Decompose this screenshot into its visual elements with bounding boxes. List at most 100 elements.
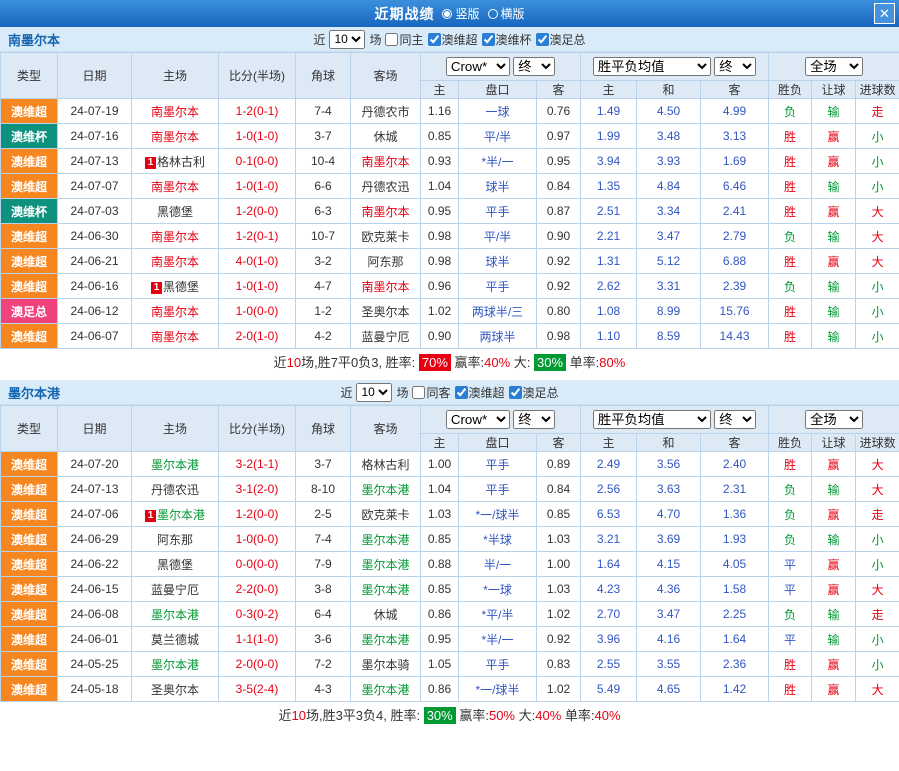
col-type: 类型 xyxy=(1,53,58,99)
matches-table: 类型 日期 主场 比分(半场) 角球 客场 Crow* 终 胜平负均值 终 全场 xyxy=(0,405,899,702)
europe-away-mean: 2.40 xyxy=(701,452,769,477)
europe-away-mean: 14.43 xyxy=(701,324,769,349)
asia-home-odds: 0.95 xyxy=(421,199,459,224)
same-venue-filter[interactable]: 同主 xyxy=(385,31,423,48)
match-count-select[interactable]: 10 xyxy=(329,30,365,49)
europe-time-select[interactable]: 终 xyxy=(714,410,756,429)
europe-home-mean: 1.99 xyxy=(581,124,637,149)
away-team-cell: 墨尔本港 xyxy=(351,527,421,552)
league-type-badge: 澳维超 xyxy=(1,324,58,349)
asia-handicap: *一/球半 xyxy=(459,502,537,527)
team-label: 南墨尔本 xyxy=(151,105,199,119)
away-team-cell: 南墨尔本 xyxy=(351,199,421,224)
scope-select[interactable]: 全场 xyxy=(805,410,863,429)
europe-home-mean: 2.55 xyxy=(581,652,637,677)
team-label: 墨尔本港 xyxy=(151,458,199,472)
asia-home-odds: 1.04 xyxy=(421,174,459,199)
same-venue-filter[interactable]: 同客 xyxy=(412,384,450,401)
team-label: 阿东那 xyxy=(157,533,193,547)
summary-part: 80% xyxy=(599,355,625,370)
asia-away-odds: 1.02 xyxy=(537,677,581,702)
league-checkbox[interactable] xyxy=(428,33,441,46)
europe-draw-mean: 8.59 xyxy=(637,324,701,349)
asia-handicap: 平/半 xyxy=(459,224,537,249)
layout-radio-vertical[interactable]: 竖版 xyxy=(442,5,479,22)
summary-part: 10 xyxy=(291,708,305,723)
match-count-select[interactable]: 10 xyxy=(356,383,392,402)
result-wdl: 胜 xyxy=(769,677,812,702)
scope-header: 全场 xyxy=(769,406,899,434)
europe-mean-select[interactable]: 胜平负均值 xyxy=(593,57,711,76)
summary-part: 30% xyxy=(424,707,456,724)
europe-home-mean: 3.96 xyxy=(581,627,637,652)
subcol-let: 让球 xyxy=(812,81,856,99)
europe-away-mean: 2.79 xyxy=(701,224,769,249)
result-handicap: 赢 xyxy=(812,249,856,274)
same-venue-label: 同客 xyxy=(426,384,450,401)
odds-time-select[interactable]: 终 xyxy=(513,57,555,76)
league-checkbox[interactable] xyxy=(482,33,495,46)
europe-draw-mean: 3.48 xyxy=(637,124,701,149)
result-wdl: 胜 xyxy=(769,124,812,149)
league-type-badge: 澳维超 xyxy=(1,577,58,602)
asia-home-odds: 0.85 xyxy=(421,577,459,602)
league-filter[interactable]: 澳足总 xyxy=(509,384,559,401)
section-header: 墨尔本港 近 10 场 同客 澳维超澳足总 xyxy=(0,380,899,405)
summary-part: 50% xyxy=(489,708,515,723)
league-type-badge: 澳维超 xyxy=(1,677,58,702)
corner-score: 2-5 xyxy=(296,502,351,527)
close-button[interactable]: ✕ xyxy=(874,3,895,24)
europe-draw-mean: 4.70 xyxy=(637,502,701,527)
corner-score: 10-4 xyxy=(296,149,351,174)
layout-horizontal-label: 横版 xyxy=(501,5,525,22)
asia-away-odds: 0.92 xyxy=(537,274,581,299)
same-venue-checkbox[interactable] xyxy=(412,386,425,399)
league-filter[interactable]: 澳维超 xyxy=(428,31,478,48)
europe-home-mean: 6.53 xyxy=(581,502,637,527)
asia-away-odds: 0.84 xyxy=(537,477,581,502)
away-team-cell: 丹德农迅 xyxy=(351,174,421,199)
europe-time-select[interactable]: 终 xyxy=(714,57,756,76)
layout-radio-horizontal[interactable]: 横版 xyxy=(488,5,525,22)
europe-home-mean: 2.70 xyxy=(581,602,637,627)
team-label: 南墨尔本 xyxy=(151,255,199,269)
league-checkbox[interactable] xyxy=(536,33,549,46)
result-wdl: 负 xyxy=(769,527,812,552)
odds-company-select[interactable]: Crow* xyxy=(446,57,510,76)
europe-away-mean: 1.42 xyxy=(701,677,769,702)
result-handicap: 输 xyxy=(812,224,856,249)
radio-unselected-icon xyxy=(488,9,498,19)
match-row: 澳维超24-06-30南墨尔本1-2(0-1)10-7欧克莱卡0.98平/半0.… xyxy=(1,224,899,249)
result-wdl: 负 xyxy=(769,602,812,627)
scope-select[interactable]: 全场 xyxy=(805,57,863,76)
result-wdl: 平 xyxy=(769,627,812,652)
same-venue-checkbox[interactable] xyxy=(385,33,398,46)
europe-draw-mean: 4.50 xyxy=(637,99,701,124)
team-label: 莫兰德城 xyxy=(151,633,199,647)
team-label: 南墨尔本 xyxy=(361,280,409,294)
team-label: 南墨尔本 xyxy=(151,180,199,194)
summary-part: 大: xyxy=(510,355,534,370)
score: 3-2(1-1) xyxy=(219,452,296,477)
league-filter[interactable]: 澳维杯 xyxy=(482,31,532,48)
odds-time-select[interactable]: 终 xyxy=(513,410,555,429)
europe-away-mean: 2.25 xyxy=(701,602,769,627)
result-wdl: 胜 xyxy=(769,199,812,224)
league-checkbox[interactable] xyxy=(509,386,522,399)
europe-mean-select[interactable]: 胜平负均值 xyxy=(593,410,711,429)
result-handicap: 赢 xyxy=(812,149,856,174)
team-label: 休城 xyxy=(373,130,397,144)
league-filter[interactable]: 澳足总 xyxy=(536,31,586,48)
result-wdl: 负 xyxy=(769,274,812,299)
result-goals: 小 xyxy=(856,324,899,349)
odds-company-select[interactable]: Crow* xyxy=(446,410,510,429)
league-checkbox[interactable] xyxy=(455,386,468,399)
europe-draw-mean: 3.47 xyxy=(637,602,701,627)
match-date: 24-07-19 xyxy=(58,99,132,124)
team-label: 蓝曼宁厄 xyxy=(151,583,199,597)
col-home: 主场 xyxy=(132,53,219,99)
league-filter[interactable]: 澳维超 xyxy=(455,384,505,401)
europe-away-mean: 15.76 xyxy=(701,299,769,324)
score: 1-0(0-0) xyxy=(219,299,296,324)
league-label: 澳足总 xyxy=(550,31,586,48)
